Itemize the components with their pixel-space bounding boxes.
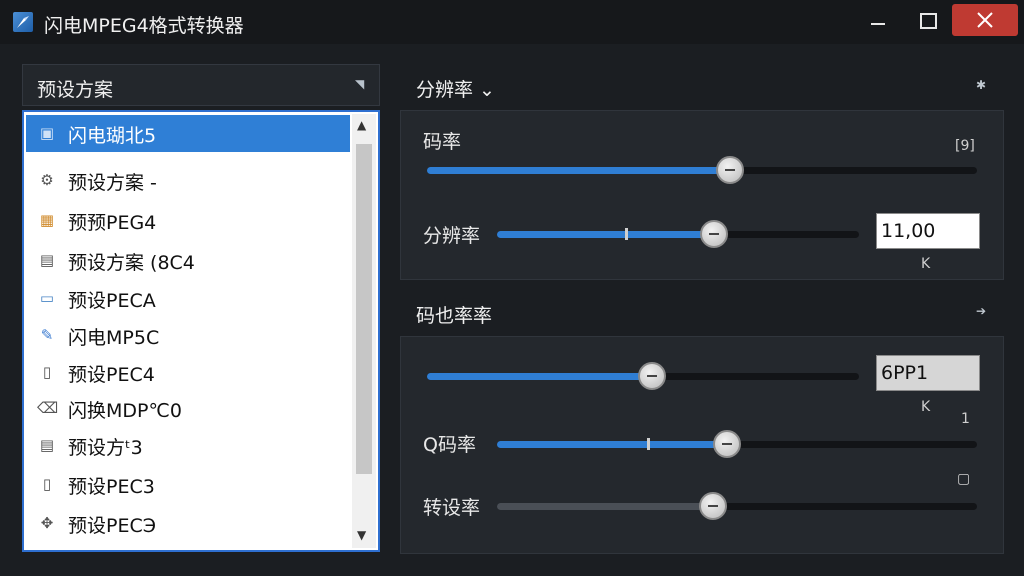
framerate-mark: 1 (961, 411, 970, 427)
bitrate-slider-knob[interactable] (716, 156, 744, 184)
list-item-label: 预设方案 - (68, 172, 157, 194)
end-mark-icon: ▢ (957, 471, 971, 487)
close-button[interactable] (952, 4, 1018, 36)
qrate-label: Q码率 (423, 434, 476, 456)
list-item[interactable]: ▦ 预预PEG4 (26, 202, 350, 239)
preset-header-title: 预设方案 (37, 79, 114, 101)
move-icon: ✥ (40, 514, 54, 532)
scrollbar-thumb[interactable] (356, 144, 372, 474)
title-bar: 闪电MPEG4格式转换器 (0, 0, 1024, 44)
qrate-slider-knob[interactable] (713, 430, 741, 458)
list-item[interactable]: ⚙ 预设方案 - (26, 162, 350, 199)
framerate-slider-fill (427, 373, 652, 380)
slider-tick (647, 438, 650, 450)
list-item[interactable]: ▯ 预设PEC3 (26, 466, 350, 503)
rotate-label: 转设率 (423, 497, 481, 519)
resolution-slider-knob[interactable] (700, 220, 728, 248)
settings-doc-icon: ⚙ (40, 171, 54, 189)
list-item[interactable]: ▤ 预设方ᵗ3 (26, 427, 350, 464)
list-item-label: 预设方ᵗ3 (68, 437, 143, 459)
qrate-slider[interactable] (497, 430, 977, 458)
resolution-label: 分辨率 (423, 225, 481, 247)
framerate-panel-header[interactable]: 码也率率 ➔ (400, 292, 1004, 332)
list-scrollbar[interactable]: ▲ ▼ (352, 114, 376, 548)
resolution-input[interactable]: 11,00 (876, 213, 980, 249)
framerate-unit: K (921, 399, 931, 415)
maximize-icon (920, 13, 937, 29)
collapse-arrow-icon[interactable]: ◥ (355, 77, 364, 91)
framerate-panel: 6PP1 K 1 Q码率 ▢ 转设率 (400, 336, 1004, 554)
image-icon: ▦ (39, 211, 55, 229)
list-item-label: 预设PEC4 (68, 364, 155, 386)
picture-icon: ▭ (39, 289, 55, 307)
list-item[interactable]: ▤ 预设方案 (8C4 (26, 242, 350, 279)
rotate-slider[interactable] (497, 492, 977, 520)
bitrate-label: 码率 (423, 131, 462, 153)
app-logo-icon (13, 12, 33, 32)
scroll-down-icon[interactable]: ▼ (357, 528, 366, 542)
resolution-unit: K (921, 256, 931, 272)
list-item-label: 预设PECЭ (68, 515, 156, 537)
list-item[interactable]: ▯ 预设PEC4 (26, 354, 350, 391)
rotate-slider-knob[interactable] (699, 492, 727, 520)
bitrate-slider[interactable] (427, 156, 977, 184)
framerate-slider[interactable] (427, 362, 859, 390)
expand-arrow-icon[interactable]: ➔ (976, 304, 986, 318)
slider-tick (625, 228, 628, 240)
list-item-label: 闪电MP5C (68, 327, 160, 349)
maximize-button[interactable] (902, 4, 954, 36)
pen-icon: ✎ (40, 326, 54, 344)
resolution-panel-header[interactable]: 分辨率 ⌄ ✱ (400, 66, 1004, 106)
framerate-panel-title: 码也率率 (416, 305, 493, 327)
window-title: 闪电MPEG4格式转换器 (44, 15, 244, 37)
framerate-slider-knob[interactable] (638, 362, 666, 390)
file-icon: ▯ (42, 475, 52, 493)
folder-icon: ▤ (39, 251, 55, 269)
list-item-label: 闪换MDP℃0 (68, 400, 182, 422)
eraser-icon: ⌫ (37, 399, 59, 417)
resolution-slider[interactable] (497, 220, 859, 248)
resolution-slider-fill (497, 231, 714, 238)
list-item-label: 预设PEC3 (68, 476, 155, 498)
file-icon: ▯ (42, 363, 52, 381)
minimize-button[interactable] (852, 4, 904, 36)
list-item[interactable]: ✎ 闪电MP5C (26, 317, 350, 354)
close-icon (977, 12, 993, 28)
preset-list[interactable]: ▣ 闪电瑚北5 ⚙ 预设方案 - ▦ 预预PEG4 ▤ 预设方案 (8C4 ▭ … (22, 110, 380, 552)
list-item[interactable]: ▣ 闪电瑚北5 (26, 115, 350, 152)
list-item-label: 闪电瑚北5 (68, 125, 157, 147)
qrate-slider-fill (497, 441, 727, 448)
monitor-icon: ▣ (39, 124, 55, 142)
preset-header[interactable]: 预设方案 ◥ (22, 64, 380, 106)
resolution-panel-title: 分辨率 ⌄ (416, 79, 495, 101)
rotate-slider-fill (497, 503, 713, 510)
bitrate-slider-fill (427, 167, 730, 174)
framerate-input[interactable]: 6PP1 (876, 355, 980, 391)
list-item[interactable]: ✥ 预设PECЭ (26, 505, 350, 542)
folder-icon: ▤ (39, 436, 55, 454)
list-item[interactable]: ⌫ 闪换MDP℃0 (26, 390, 350, 427)
list-item-label: 预预PEG4 (68, 212, 157, 234)
scroll-up-icon[interactable]: ▲ (357, 118, 366, 132)
pin-icon[interactable]: ✱ (976, 78, 986, 92)
list-item[interactable]: ▭ 预设PECA (26, 280, 350, 317)
bitrate-badge: [9] (955, 138, 975, 154)
list-item-label: 预设PECA (68, 290, 156, 312)
resolution-panel: 码率 [9] 分辨率 11,00 K (400, 110, 1004, 280)
minimize-icon (871, 23, 885, 25)
list-item-label: 预设方案 (8C4 (68, 252, 195, 274)
